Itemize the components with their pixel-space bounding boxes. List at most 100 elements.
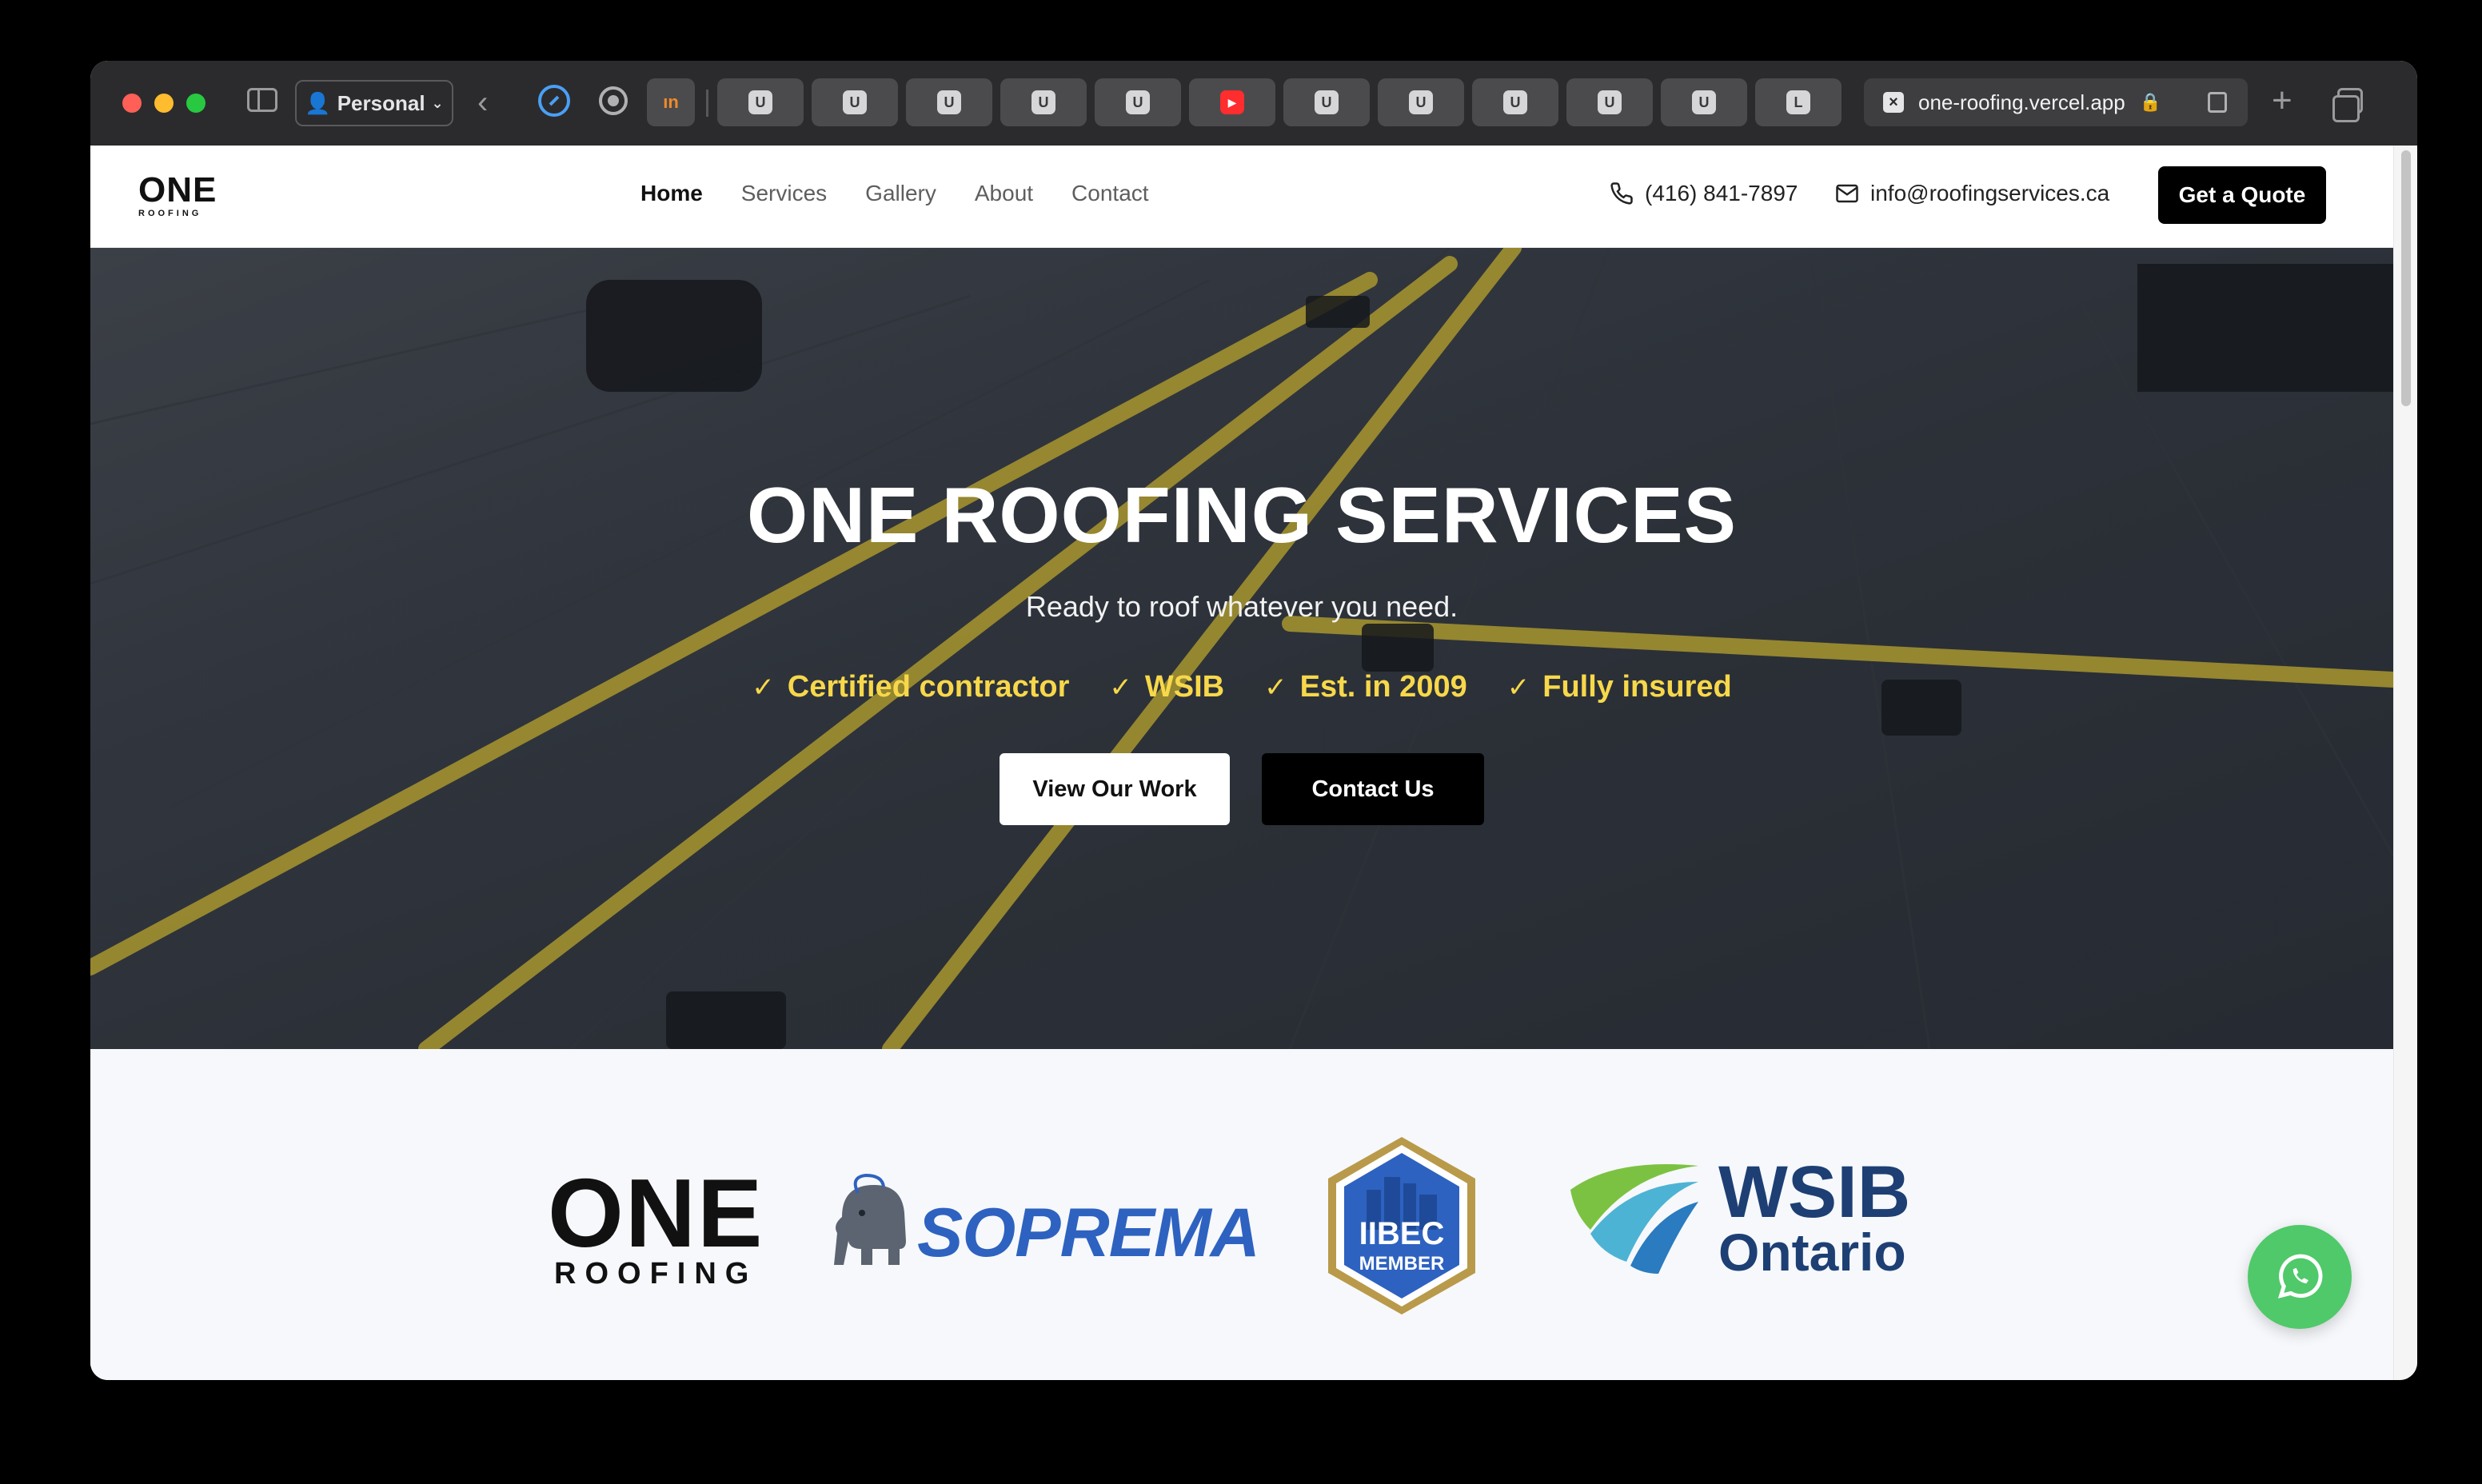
tab-favicon: U: [1692, 90, 1716, 114]
browser-tab[interactable]: U: [1283, 78, 1370, 126]
web-page: ONE ROOFING Home Services Gallery About …: [90, 146, 2393, 1380]
hero-title: ONE ROOFING SERVICES: [747, 471, 1737, 559]
close-window-button[interactable]: [122, 94, 142, 113]
whatsapp-icon: [2277, 1254, 2323, 1298]
tab-strip: U U U U U ▶ U U U U U L: [717, 78, 1842, 126]
browser-tab[interactable]: U: [1472, 78, 1558, 126]
wsib-ontario-logo: WSIB Ontario: [1566, 1155, 1910, 1283]
check-icon: ✓: [752, 672, 775, 703]
badge-wsib: ✓ WSIB: [1109, 670, 1224, 704]
badge-label: Certified contractor: [787, 670, 1070, 704]
tab-favicon: U: [1032, 90, 1055, 114]
tab-favicon: U: [1598, 90, 1622, 114]
mail-icon: [1836, 184, 1858, 203]
badge-established: ✓ Est. in 2009: [1264, 670, 1467, 704]
browser-tab-youtube[interactable]: ▶: [1189, 78, 1275, 126]
browser-tab[interactable]: U: [1661, 78, 1747, 126]
nav-gallery[interactable]: Gallery: [865, 181, 936, 206]
active-tab[interactable]: × one-roofing.vercel.app 🔒: [1864, 78, 2248, 126]
minimize-window-button[interactable]: [154, 94, 174, 113]
browser-tab[interactable]: U: [717, 78, 804, 126]
logo-subtext: ROOFING: [138, 209, 202, 218]
browser-tab[interactable]: U: [1566, 78, 1653, 126]
browser-tab[interactable]: L: [1755, 78, 1842, 126]
check-icon: ✓: [1109, 672, 1132, 703]
iibec-badge-line2: MEMBER: [1359, 1253, 1445, 1275]
tab-favicon: U: [748, 90, 772, 114]
iibec-badge-line1: IIBEC: [1359, 1216, 1445, 1251]
main-nav: Home Services Gallery About Contact: [640, 181, 1149, 206]
browser-tab[interactable]: U: [812, 78, 898, 126]
page-scrollbar[interactable]: [2393, 146, 2417, 1380]
view-our-work-button[interactable]: View Our Work: [1000, 753, 1230, 825]
badge-label: Fully insured: [1542, 670, 1732, 704]
logo-wordmark: ONE: [138, 170, 217, 209]
email-address: info@roofingservices.ca: [1870, 181, 2110, 205]
one-roofing-logo-line1: ONE: [548, 1159, 764, 1267]
extension-compass-icon[interactable]: [538, 85, 570, 117]
nav-home[interactable]: Home: [640, 181, 703, 206]
browser-tab[interactable]: U: [906, 78, 992, 126]
site-header: ONE ROOFING Home Services Gallery About …: [90, 146, 2393, 248]
badge-certified: ✓ Certified contractor: [752, 670, 1069, 704]
badge-label: WSIB: [1144, 670, 1225, 704]
tab-favicon: U: [1315, 90, 1339, 114]
browser-window: 👤 Personal ⌄ ‹ ın U U U U U ▶ U U U U U …: [90, 61, 2417, 1380]
tab-favicon: L: [1786, 90, 1810, 114]
partners-section: ONE ROOFING SOPREMA IIBEC MEMBER WSIB On…: [90, 1049, 2393, 1380]
badge-label: Est. in 2009: [1299, 670, 1467, 704]
wsib-swoosh-icon: [1570, 1164, 1698, 1275]
one-roofing-logo-line2: ROOFING: [554, 1257, 758, 1291]
tab-separator: [706, 90, 708, 117]
one-roofing-logo: ONE ROOFING: [548, 1164, 764, 1289]
lock-icon: 🔒: [2139, 92, 2162, 112]
extension-target-icon[interactable]: [599, 86, 628, 115]
browser-tab[interactable]: U: [1000, 78, 1087, 126]
profile-menu[interactable]: 👤 Personal ⌄: [295, 80, 453, 126]
phone-number: (416) 841-7897: [1645, 181, 1798, 205]
nav-services[interactable]: Services: [741, 181, 827, 206]
browser-tab[interactable]: U: [1095, 78, 1181, 126]
header-phone-link[interactable]: (416) 841-7897: [1610, 181, 1798, 206]
chevron-down-icon: ⌄: [431, 94, 444, 111]
tab-close-icon[interactable]: ×: [1883, 92, 1904, 113]
wsib-wordmark: WSIB Ontario: [1718, 1155, 1910, 1283]
pinned-tab[interactable]: ın: [647, 78, 695, 126]
check-icon: ✓: [1264, 672, 1287, 703]
tab-favicon: U: [1409, 90, 1433, 114]
sidebar-toggle-icon[interactable]: [247, 88, 277, 112]
get-quote-button[interactable]: Get a Quote: [2158, 166, 2326, 224]
scrollbar-thumb[interactable]: [2401, 150, 2411, 406]
hero-subtitle: Ready to roof whatever you need.: [1025, 590, 1458, 623]
header-email-link[interactable]: info@roofingservices.ca: [1835, 181, 2109, 206]
tab-favicon: U: [843, 90, 867, 114]
youtube-icon: ▶: [1220, 90, 1244, 114]
soprema-logo: SOPREMA: [826, 1169, 1260, 1273]
back-arrow-icon[interactable]: ‹: [477, 86, 488, 118]
elephant-icon: [834, 1173, 906, 1265]
site-logo[interactable]: ONE ROOFING: [138, 173, 217, 218]
contact-us-button[interactable]: Contact Us: [1262, 753, 1484, 825]
tab-favicon: U: [1503, 90, 1527, 114]
phone-icon: [1610, 182, 1633, 205]
tab-overview-icon[interactable]: [2332, 88, 2363, 122]
wsib-wordmark-line2: Ontario: [1718, 1223, 1906, 1283]
soprema-wordmark: SOPREMA: [917, 1195, 1260, 1271]
pinned-tab-favicon: ın: [663, 92, 679, 112]
tab-favicon: U: [1126, 90, 1150, 114]
new-tab-plus-icon[interactable]: +: [2272, 78, 2292, 123]
zoom-window-button[interactable]: [186, 94, 206, 113]
reader-mode-icon[interactable]: [2208, 92, 2228, 113]
iibec-member-badge: IIBEC MEMBER: [1328, 1137, 1475, 1314]
hero-background-image: [90, 248, 2393, 1049]
check-icon: ✓: [1506, 672, 1530, 703]
trust-badges: ✓ Certified contractor ✓ WSIB ✓ Est. in 200…: [90, 670, 2393, 704]
browser-tab[interactable]: U: [1378, 78, 1464, 126]
nav-about[interactable]: About: [975, 181, 1033, 206]
person-icon: 👤: [305, 90, 331, 115]
whatsapp-chat-button[interactable]: [2248, 1225, 2352, 1329]
badge-insured: ✓ Fully insured: [1507, 670, 1732, 704]
address-url[interactable]: one-roofing.vercel.app: [1918, 90, 2125, 115]
tab-favicon: U: [937, 90, 961, 114]
nav-contact[interactable]: Contact: [1071, 181, 1149, 206]
